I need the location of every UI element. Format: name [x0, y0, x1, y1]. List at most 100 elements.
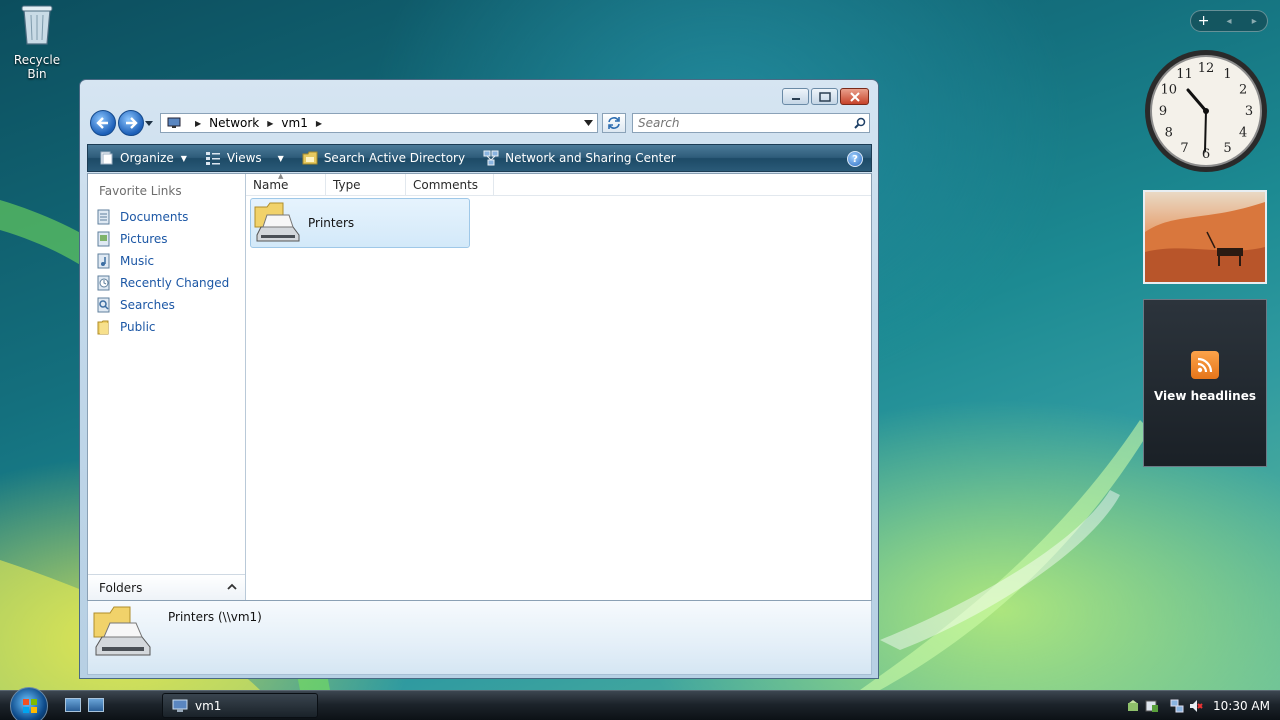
recent-pages-dropdown[interactable] — [145, 119, 153, 127]
network-sharing-center-button[interactable]: Network and Sharing Center — [473, 145, 684, 171]
list-item-printers[interactable]: Printers — [250, 198, 470, 248]
column-header-label: Type — [333, 178, 361, 192]
help-button[interactable]: ? — [847, 151, 863, 167]
breadcrumb-separator-icon[interactable]: ▶ — [316, 119, 322, 128]
network-status-icon[interactable] — [1170, 699, 1184, 713]
details-pane: Printers (\\vm1) — [87, 601, 872, 675]
maximize-button[interactable] — [811, 88, 838, 105]
search-input[interactable] — [633, 114, 851, 132]
close-button[interactable] — [840, 88, 869, 105]
switch-windows-icon[interactable] — [88, 698, 104, 712]
recently-changed-icon — [97, 275, 110, 291]
show-desktop-icon[interactable] — [65, 698, 81, 712]
favorite-link-label: Music — [120, 254, 155, 268]
security-icon[interactable] — [1126, 699, 1140, 713]
views-icon — [205, 152, 220, 165]
slideshow-gadget[interactable] — [1143, 190, 1267, 284]
column-header-label: Name — [253, 178, 289, 192]
recycle-bin[interactable]: Recycle Bin — [4, 2, 70, 81]
add-gadget-button[interactable]: + — [1191, 13, 1216, 29]
clock-numeral: 12 — [1198, 61, 1215, 76]
forward-button[interactable] — [118, 110, 144, 136]
search-active-directory-button[interactable]: Search Active Directory — [292, 145, 473, 171]
organize-menu[interactable]: Organize ▼ — [88, 145, 195, 171]
command-bar: Organize ▼ Views ▼ Search Active Directo… — [87, 144, 872, 172]
favorite-link-music[interactable]: Music — [94, 250, 229, 272]
view-headlines-link[interactable]: View headlines — [1144, 389, 1266, 403]
clock-numeral: 4 — [1239, 126, 1247, 141]
favorite-link-recently-changed[interactable]: Recently Changed — [94, 272, 229, 294]
breadcrumb-separator-icon[interactable]: ▶ — [267, 119, 273, 128]
organize-label: Organize — [120, 151, 174, 165]
minimize-button[interactable] — [782, 88, 809, 105]
favorite-link-label: Recently Changed — [120, 276, 230, 290]
column-header-type[interactable]: Type — [326, 174, 406, 196]
network-sharing-center-label: Network and Sharing Center — [505, 151, 676, 165]
column-headers: ▲ Name Type Comments — [246, 172, 871, 196]
taskbar: vm1 10:30 AM — [0, 687, 1280, 720]
folders-toggle[interactable]: Folders — [88, 574, 245, 600]
folders-label: Folders — [99, 580, 143, 595]
documents-icon — [97, 209, 110, 225]
chevron-down-icon: ▼ — [277, 153, 284, 163]
recycle-bin-label: Recycle Bin — [13, 53, 61, 81]
windows-logo-icon — [23, 699, 37, 713]
explorer-window: ▶ Network ▶ vm1 ▶ Organize ▼ Views ▼ — [79, 79, 879, 679]
start-button[interactable] — [10, 687, 48, 720]
file-list-pane: ▲ Name Type Comments Printers — [246, 172, 871, 600]
gadget-next-button[interactable]: ▸ — [1242, 16, 1267, 27]
clock-numeral: 5 — [1223, 141, 1231, 156]
clock-numeral: 2 — [1239, 83, 1247, 98]
taskbar-button-vm1[interactable]: vm1 — [162, 693, 318, 718]
clock-numeral: 8 — [1165, 126, 1173, 141]
address-bar[interactable]: ▶ Network ▶ vm1 ▶ — [160, 113, 598, 133]
navigation-bar: ▶ Network ▶ vm1 ▶ — [88, 110, 872, 136]
gadget-toolbar: + ◂ ▸ — [1190, 10, 1268, 32]
public-folder-icon — [97, 320, 109, 335]
favorite-links-list: Documents Pictures Music Recently Change… — [94, 206, 229, 338]
favorite-link-label: Documents — [120, 210, 189, 224]
clock-time[interactable]: 10:30 AM — [1213, 699, 1270, 713]
column-header-comments[interactable]: Comments — [406, 174, 494, 196]
favorite-link-pictures[interactable]: Pictures — [94, 228, 229, 250]
rss-icon — [1191, 351, 1219, 379]
directory-icon — [302, 151, 318, 165]
search-box[interactable] — [632, 113, 870, 133]
views-menu[interactable]: Views ▼ — [195, 145, 292, 171]
network-center-icon — [483, 150, 499, 166]
breadcrumb-separator-icon[interactable]: ▶ — [195, 119, 201, 128]
list-item-label: Printers — [308, 216, 355, 230]
clock-numeral: 9 — [1159, 104, 1167, 119]
navigation-pane: Favorite Links Documents Pictures Music … — [88, 174, 246, 600]
favorite-link-public[interactable]: Public — [94, 316, 229, 338]
printers-folder-icon — [254, 202, 300, 242]
chevron-up-icon — [227, 583, 237, 590]
favorite-link-searches[interactable]: Searches — [94, 294, 229, 316]
address-dropdown-icon[interactable] — [584, 120, 593, 126]
back-arrow-icon — [96, 117, 108, 129]
windows-update-icon[interactable] — [1145, 699, 1159, 713]
recycle-bin-icon — [21, 5, 53, 45]
gadget-prev-button[interactable]: ◂ — [1216, 16, 1241, 27]
breadcrumb-vm1[interactable]: vm1 — [281, 116, 307, 130]
breadcrumb-network[interactable]: Network — [209, 116, 259, 130]
clock-numeral: 1 — [1223, 67, 1231, 82]
column-header-name[interactable]: ▲ Name — [246, 172, 326, 196]
forward-arrow-icon — [126, 117, 138, 129]
system-tray: 10:30 AM — [1126, 694, 1280, 718]
favorite-link-label: Pictures — [120, 232, 168, 246]
volume-muted-icon[interactable] — [1189, 699, 1203, 713]
network-computer-icon — [172, 699, 188, 712]
desert-oryx-picture — [1145, 202, 1265, 282]
search-icon[interactable] — [851, 114, 869, 132]
clock-gadget[interactable]: 12 1234567891011 — [1143, 48, 1269, 174]
clock-numeral: 11 — [1176, 67, 1193, 82]
refresh-button[interactable] — [602, 113, 626, 133]
feed-headlines-gadget[interactable]: View headlines — [1143, 299, 1267, 467]
favorite-links-title: Favorite Links — [99, 184, 182, 198]
music-icon — [97, 253, 110, 269]
refresh-icon — [608, 117, 620, 129]
favorite-link-documents[interactable]: Documents — [94, 206, 229, 228]
back-button[interactable] — [90, 110, 116, 136]
network-computer-icon — [167, 117, 181, 128]
